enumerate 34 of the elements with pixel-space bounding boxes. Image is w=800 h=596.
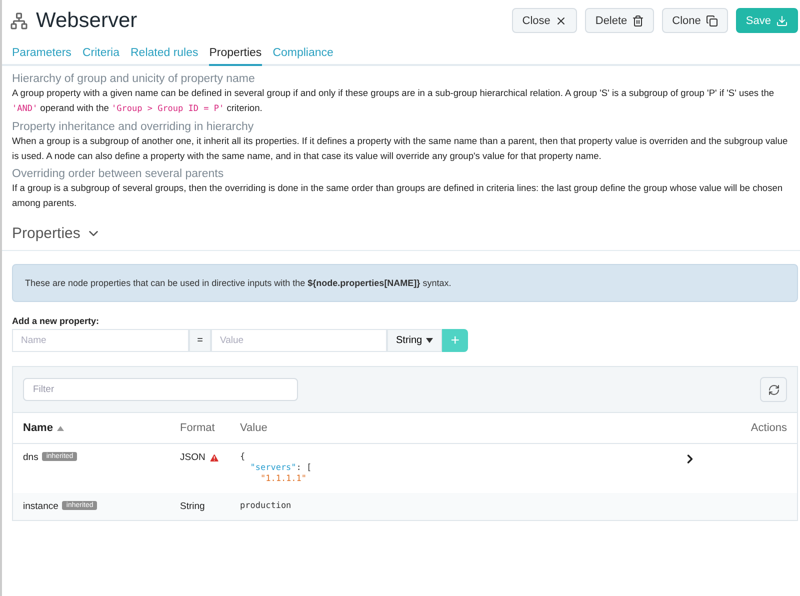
trash-icon bbox=[632, 14, 644, 26]
format-dropdown[interactable]: String bbox=[387, 329, 442, 352]
equals-sign: = bbox=[189, 329, 211, 352]
close-button[interactable]: Close bbox=[512, 8, 578, 33]
help-heading: Overriding order between several parents bbox=[12, 168, 225, 180]
refresh-icon bbox=[768, 384, 780, 396]
format-label: String bbox=[180, 501, 205, 512]
property-value: { "servers": [ "1.1.1.1" bbox=[240, 452, 312, 485]
caret-icon bbox=[426, 338, 434, 343]
info-banner: These are node properties that can be used in directive inputs with the ${node.properties[NAME]} syntax. bbox=[12, 264, 798, 302]
help-paragraph: A group property with a given name can be defined in several group if and only if these groups are in a sub-group hierarchical relation. A group 'S' is a subgroup of group 'P' if 'S' uses the 'AND' operand with the 'Group > Group ID = P' criterion. bbox=[12, 87, 776, 116]
help-heading: Property inheritance and overriding in hierarchy bbox=[12, 121, 255, 133]
name-input[interactable]: Name bbox=[12, 329, 189, 352]
tab[interactable]: Properties bbox=[209, 43, 262, 66]
hierarchy-icon bbox=[10, 12, 28, 30]
download-icon bbox=[776, 14, 788, 26]
clone-button[interactable]: Clone bbox=[662, 8, 728, 33]
help-heading: Hierarchy of group and unicity of property name bbox=[12, 73, 256, 85]
help-paragraph: If a group is a subgroup of several groups, then the overriding is done in the same order than groups are defined in criteria lines: the last group define the group whose value will be chosen among parents. bbox=[12, 182, 784, 210]
copy-icon bbox=[706, 14, 718, 26]
format-label: JSON bbox=[180, 452, 206, 463]
close-icon bbox=[555, 14, 568, 26]
help-paragraph: When a group is a subgroup of another one, it inherit all its properties. If it defines a property with the same name than a parent, then that property value is overriden and the subgroup value is used. A node can also define a property with the same name, and in that case its value will override any group's value for that property name. bbox=[12, 135, 789, 163]
property-name: instance bbox=[23, 501, 58, 512]
page-title: Webserver bbox=[36, 8, 138, 32]
property-value: production bbox=[240, 501, 292, 512]
form-label: Add a new property: bbox=[12, 316, 100, 326]
sort-ascending-icon bbox=[56, 426, 64, 430]
property-name: dns bbox=[23, 452, 38, 463]
delete-button[interactable]: Delete bbox=[585, 8, 654, 33]
filter-input[interactable]: Filter bbox=[23, 378, 298, 401]
value-input[interactable]: Value bbox=[211, 329, 387, 352]
refresh-button[interactable] bbox=[760, 377, 787, 402]
section-title: Properties bbox=[12, 225, 80, 242]
